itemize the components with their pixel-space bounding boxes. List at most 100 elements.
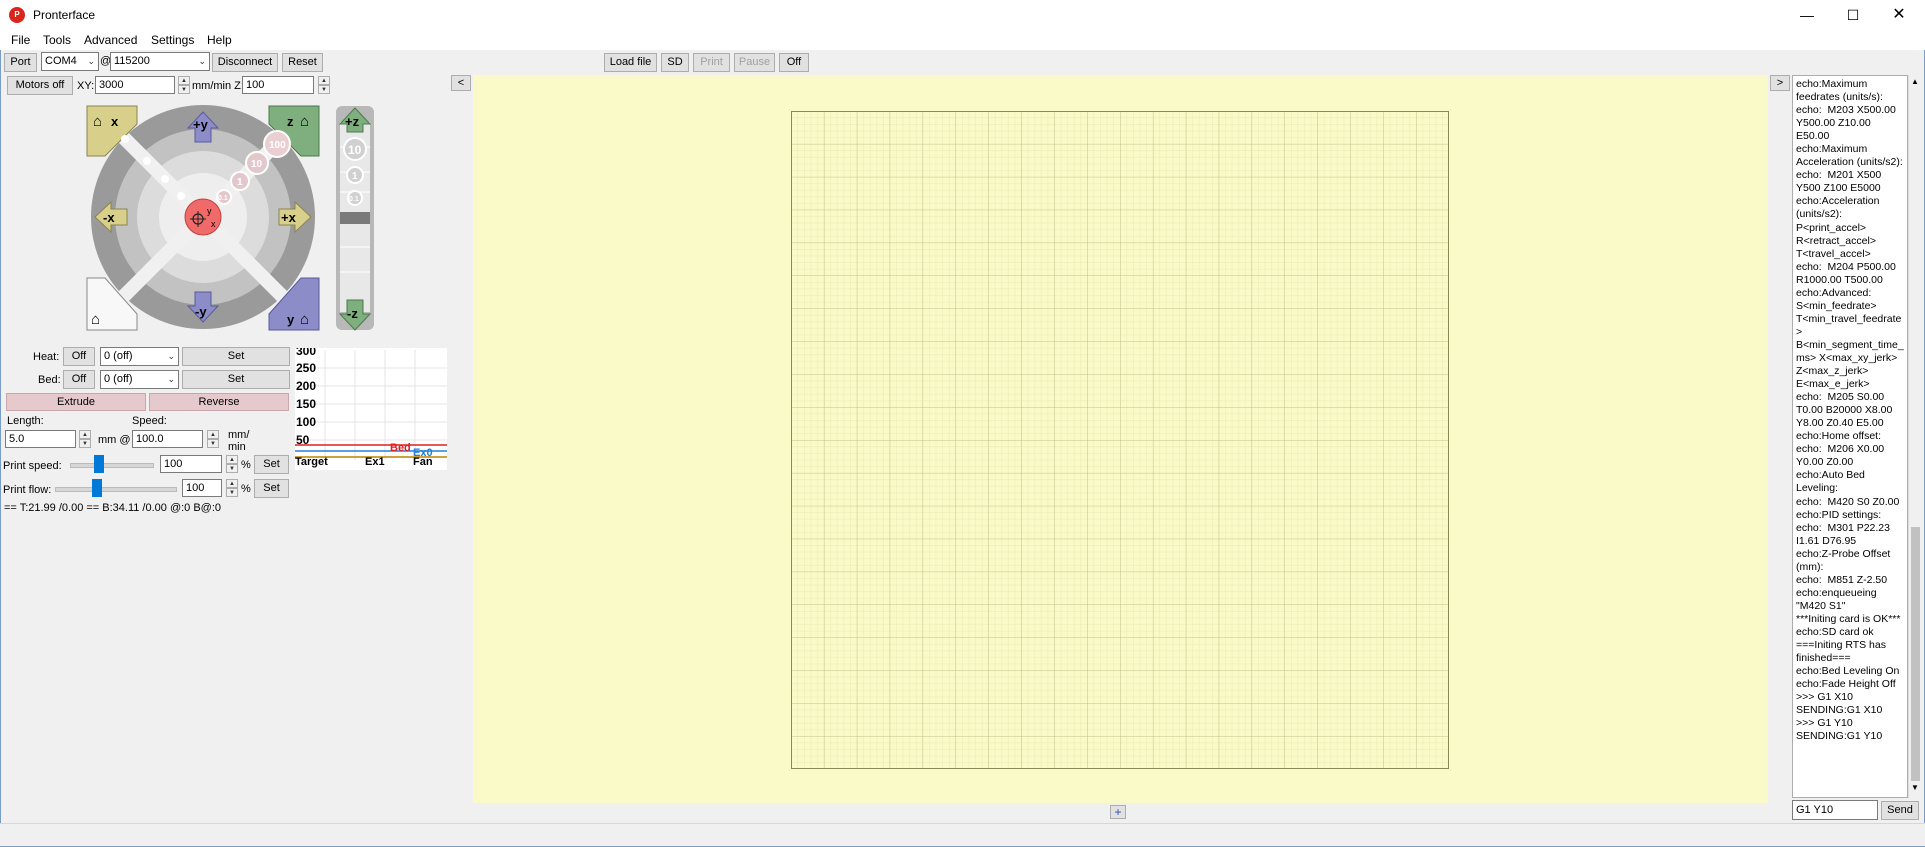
baud-value: 115200 — [114, 55, 150, 67]
spin-down-icon[interactable]: ▼ — [226, 464, 238, 473]
length-input[interactable]: 5.0 — [5, 430, 76, 448]
z-step-10-label: 10 — [348, 143, 362, 157]
print-speed-set-button[interactable]: Set — [254, 455, 289, 474]
port-select[interactable]: COM4 ⌄ — [41, 52, 99, 71]
print-flow-input[interactable]: 100 — [182, 479, 222, 497]
pause-button[interactable]: Pause — [734, 53, 775, 72]
plus-z-label: +z — [345, 114, 360, 129]
temperature-status-line: == T:21.99 /0.00 == B:34.11 /0.00 @:0 B@… — [4, 502, 222, 514]
step-10-label: 10 — [251, 159, 263, 170]
spin-down-icon[interactable]: ▼ — [79, 439, 91, 448]
port-button[interactable]: Port — [4, 53, 37, 72]
collapse-right-button[interactable]: > — [1770, 75, 1790, 91]
heat-label: Heat: — [33, 351, 60, 363]
print-flow-slider-thumb[interactable] — [92, 479, 102, 497]
z-step-1-label: 1 — [352, 171, 358, 182]
close-button[interactable]: ✕ — [1876, 0, 1922, 30]
center-y-label: y — [207, 206, 212, 216]
print-button[interactable]: Print — [693, 53, 730, 72]
disconnect-button[interactable]: Disconnect — [212, 53, 278, 72]
spin-down-icon[interactable]: ▼ — [226, 488, 238, 497]
spin-down-icon[interactable]: ▼ — [178, 85, 190, 94]
baud-select[interactable]: 115200 ⌄ — [110, 52, 210, 71]
off-button[interactable]: Off — [779, 53, 809, 72]
spin-up-icon[interactable]: ▲ — [207, 430, 219, 439]
z-step-01-label: 0.1 — [349, 196, 359, 203]
speed-label: Speed: — [132, 415, 167, 427]
house-icon: ⌂ — [93, 113, 102, 130]
spin-up-icon[interactable]: ▲ — [79, 430, 91, 439]
minus-z-label: -z — [347, 306, 358, 321]
menu-settings[interactable]: Settings — [151, 33, 194, 47]
house-icon: ⌂ — [300, 113, 309, 130]
print-speed-slider-track[interactable] — [70, 463, 154, 468]
collapse-left-button[interactable]: < — [451, 75, 471, 91]
z-feedrate-input[interactable]: 100 — [242, 76, 314, 94]
y-tick-200: 200 — [296, 379, 316, 393]
print-speed-input[interactable]: 100 — [160, 455, 222, 473]
menu-tools[interactable]: Tools — [43, 33, 71, 47]
spin-up-icon[interactable]: ▲ — [226, 455, 238, 464]
reverse-button[interactable]: Reverse — [149, 393, 289, 411]
print-speed-label: Print speed: — [3, 460, 62, 472]
print-flow-slider-track[interactable] — [55, 487, 177, 492]
speed-input[interactable]: 100.0 — [132, 430, 203, 448]
target-label: Target — [295, 456, 328, 468]
spin-up-icon[interactable]: ▲ — [318, 76, 330, 85]
chevron-down-icon: ⌄ — [198, 56, 206, 66]
spin-up-icon[interactable]: ▲ — [226, 479, 238, 488]
minus-y-label: -y — [195, 304, 207, 319]
mm-at-label: mm @ — [98, 434, 131, 446]
home-x-label: x — [111, 114, 119, 129]
command-input[interactable]: G1 Y10 — [1792, 800, 1878, 820]
window-title: Pronterface — [33, 8, 96, 22]
bed-off-button[interactable]: Off — [63, 370, 95, 389]
z-jog-control[interactable]: +z -z 10 1 0.1 — [334, 104, 376, 334]
xy-feedrate-input[interactable]: 3000 — [95, 76, 175, 94]
menu-help[interactable]: Help — [207, 33, 232, 47]
plus-x-label: +x — [281, 210, 297, 225]
scroll-down-icon[interactable]: ▼ — [1911, 783, 1919, 792]
speed-unit-label-2: min — [228, 441, 246, 453]
scroll-up-icon[interactable]: ▲ — [1911, 77, 1919, 86]
extrude-button[interactable]: Extrude — [6, 393, 146, 411]
heat-temp-select[interactable]: 0 (off) ⌄ — [100, 347, 179, 366]
spin-down-icon[interactable]: ▼ — [207, 439, 219, 448]
menu-file[interactable]: File — [11, 33, 30, 47]
print-speed-slider-thumb[interactable] — [93, 455, 104, 473]
temperature-graph: 300 250 200 150 100 50 Bed Ex0 Target Ex… — [295, 348, 447, 470]
sd-button[interactable]: SD — [661, 53, 689, 72]
home-y-label: y — [287, 312, 295, 327]
bed-set-button[interactable]: Set — [182, 370, 290, 389]
spin-up-icon[interactable]: ▲ — [178, 76, 190, 85]
plus-y-label: +y — [193, 117, 209, 132]
motors-off-button[interactable]: Motors off — [7, 76, 73, 95]
minimize-button[interactable]: — — [1784, 0, 1830, 30]
load-file-button[interactable]: Load file — [604, 53, 657, 72]
minus-x-label: -x — [103, 210, 115, 225]
maximize-button[interactable]: ☐ — [1830, 0, 1876, 30]
scroll-thumb[interactable] — [1911, 527, 1920, 781]
print-flow-label: Print flow: — [3, 484, 52, 496]
port-value: COM4 — [45, 55, 77, 67]
bed-label: Bed: — [38, 374, 61, 386]
console-log[interactable]: echo:Maximum feedrates (units/s): echo: … — [1792, 75, 1908, 798]
spin-down-icon[interactable]: ▼ — [318, 85, 330, 94]
print-flow-set-button[interactable]: Set — [254, 479, 289, 498]
expand-bottom-button[interactable]: + — [1110, 805, 1126, 819]
heat-off-button[interactable]: Off — [63, 347, 95, 366]
print-bed-preview[interactable] — [473, 75, 1768, 803]
xy-jog-control[interactable]: ⌂ x z ⌂ ⌂ y ⌂ +y -y -x +x 100 10 1 0.1 y… — [85, 104, 325, 334]
menu-advanced[interactable]: Advanced — [84, 33, 137, 47]
y-tick-150: 150 — [296, 397, 316, 411]
console-scrollbar[interactable]: ▲ ▼ — [1908, 75, 1922, 798]
bed-temp-select[interactable]: 0 (off) ⌄ — [100, 370, 179, 389]
house-icon: ⌂ — [91, 311, 100, 328]
step-01-label: 0.1 — [218, 195, 228, 202]
length-label: Length: — [7, 415, 44, 427]
reset-button[interactable]: Reset — [282, 53, 323, 72]
send-button[interactable]: Send — [1881, 801, 1919, 820]
chevron-down-icon: ⌄ — [167, 374, 175, 384]
percent-label: % — [241, 483, 251, 495]
heat-set-button[interactable]: Set — [182, 347, 290, 366]
